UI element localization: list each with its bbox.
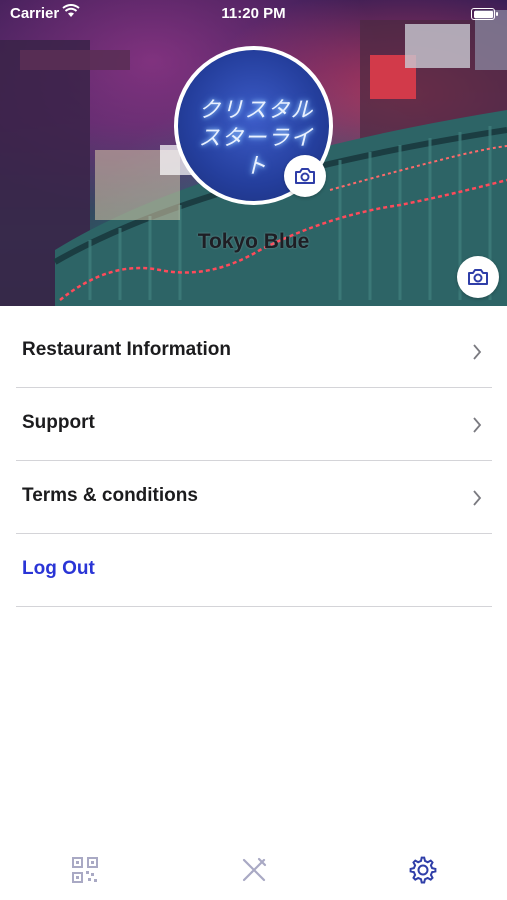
tab-bar [0,840,507,900]
battery-icon [471,8,498,20]
settings-menu: Restaurant Information Support Terms & c… [16,315,492,607]
tab-menu[interactable] [236,852,272,888]
status-bar: Carrier 11:20 PM [0,0,507,28]
gear-icon [409,856,437,884]
qr-code-icon [72,857,98,883]
menu-item-label: Terms & conditions [22,485,198,506]
camera-icon [295,168,315,184]
fork-knife-icon [242,857,267,882]
restaurant-name: Tokyo Blue [197,230,310,253]
tab-settings[interactable] [405,852,441,888]
chevron-right-icon [473,417,482,433]
menu-item-label: Support [22,412,95,433]
change-cover-camera-button[interactable] [457,256,499,298]
change-avatar-camera-button[interactable] [284,155,326,197]
logout-label: Log Out [22,558,95,579]
logout-button[interactable]: Log Out [16,534,492,607]
menu-item-label: Restaurant Information [22,339,232,360]
tab-qr-code[interactable] [67,852,103,888]
chevron-right-icon [473,490,482,506]
chevron-right-icon [473,344,482,360]
menu-item-terms-conditions[interactable]: Terms & conditions [16,461,492,534]
status-time: 11:20 PM [221,5,286,22]
menu-item-support[interactable]: Support [16,388,492,461]
menu-item-restaurant-information[interactable]: Restaurant Information [16,315,492,388]
camera-icon [468,269,488,285]
